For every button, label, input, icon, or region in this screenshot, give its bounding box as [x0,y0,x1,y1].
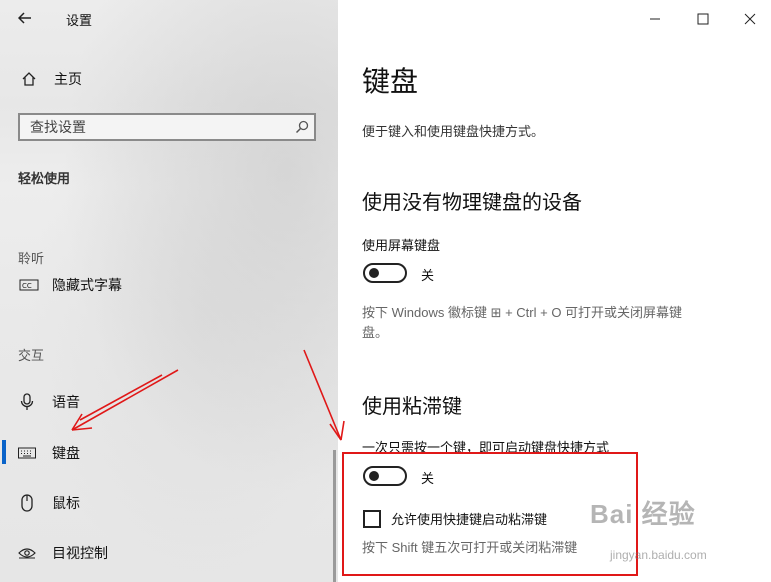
watermark-url: jingyan.baidu.com [610,548,707,562]
group-label-hearing: 聆听 [18,251,45,266]
keyboard-icon [18,444,36,462]
close-button[interactable] [737,8,763,30]
svg-text:CC: CC [22,282,32,290]
sidebar-item-home[interactable]: 主页 [20,69,82,89]
minimize-icon [650,18,660,20]
minimize-button[interactable] [642,8,668,30]
selected-indicator [2,440,6,464]
onscreen-keyboard-hint: 按下 Windows 徽标键 ⊞ + Ctrl + O 可打开或关闭屏幕键 盘。 [362,303,742,343]
search-icon[interactable] [290,120,314,134]
sidebar-item-mouse[interactable]: 鼠标 [18,493,80,513]
section-heading-onscreen-keyboard: 使用没有物理键盘的设备 [362,192,582,214]
watermark: Bai 经验 [590,499,696,529]
section-heading-sticky-keys: 使用粘滞键 [362,396,462,418]
microphone-icon [18,393,36,411]
mouse-icon [18,494,36,512]
hint-line: 盘。 [362,325,389,340]
home-icon [20,70,38,88]
close-icon [744,13,756,25]
sidebar-item-speech[interactable]: 语音 [18,392,80,412]
onscreen-keyboard-label: 使用屏幕键盘 [362,238,441,253]
sidebar-item-label: 语音 [52,394,80,410]
sidebar-item-label: 主页 [54,71,82,87]
maximize-icon [697,13,709,25]
sidebar-item-label: 鼠标 [52,495,80,511]
sidebar-item-label: 目视控制 [52,545,108,561]
app-title: 设置 [66,13,93,28]
onscreen-keyboard-toggle[interactable] [363,263,407,283]
sidebar-item-captions[interactable]: CC 隐藏式字幕 [18,275,122,295]
sidebar-item-label: 隐藏式字幕 [52,277,122,293]
page-description: 便于键入和使用键盘快捷方式。 [362,124,545,139]
hint-line: 按下 Windows 徽标键 ⊞ + Ctrl + O 可打开或关闭屏幕键 [362,305,683,320]
page-title: 键盘 [362,66,419,97]
back-arrow-icon [18,12,31,24]
group-label-interaction: 交互 [18,348,45,363]
closed-captions-icon: CC [18,276,40,294]
search-placeholder: 查找设置 [30,119,86,135]
section-heading: 轻松使用 [18,171,71,186]
toggle-knob [369,268,379,278]
sidebar-item-keyboard[interactable]: 键盘 [18,443,80,463]
sidebar-item-label: 键盘 [52,445,80,461]
search-input[interactable]: 查找设置 [18,113,316,141]
sidebar-item-eye-control[interactable]: 目视控制 [18,543,108,563]
eye-icon [18,544,36,562]
onscreen-keyboard-state: 关 [421,268,435,283]
back-button[interactable] [10,4,40,32]
maximize-button[interactable] [690,8,716,30]
scrollbar[interactable] [333,450,336,582]
